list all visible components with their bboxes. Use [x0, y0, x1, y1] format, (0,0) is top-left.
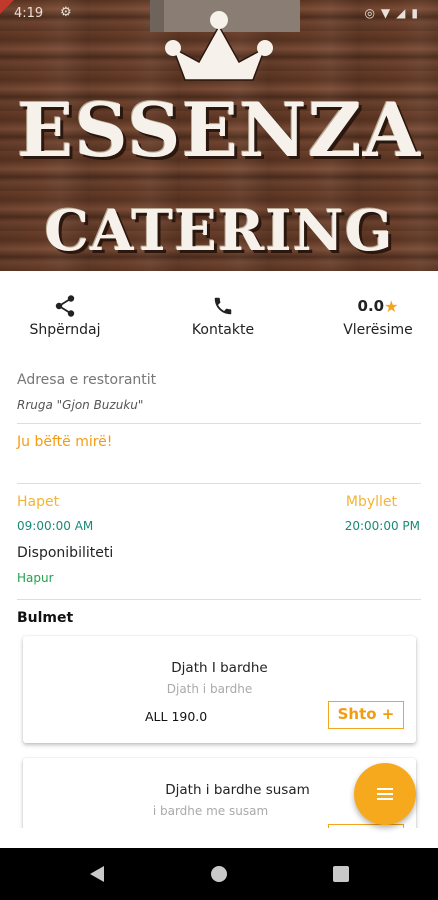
close-time: 20:00:00 PM [344, 519, 420, 533]
bottom-fade [0, 828, 438, 848]
product-price: ALL 190.0 [145, 709, 208, 724]
availability-label: Disponibiliteti [17, 545, 114, 561]
availability-value: Hapur [17, 571, 54, 585]
recent-apps-icon[interactable] [333, 866, 349, 882]
add-to-cart-button[interactable]: Shto + [328, 701, 404, 729]
phone-icon [214, 297, 232, 315]
divider [17, 599, 421, 600]
product-description: i bardhe me susam [152, 804, 269, 818]
greeting-text: Ju bëftë mirë! [17, 434, 113, 450]
divider [17, 423, 421, 424]
location-icon: ◎ [364, 6, 381, 20]
battery-icon: ▮ [411, 6, 424, 20]
menu-icon [377, 788, 393, 800]
close-label: Mbyllet [345, 494, 397, 510]
open-label: Hapet [17, 494, 60, 510]
status-time: 4:19 [14, 6, 44, 21]
product-name: Djath I bardhe [171, 660, 268, 676]
open-time: 09:00:00 AM [17, 519, 94, 533]
divider [17, 483, 421, 484]
menu-fab-button[interactable] [354, 763, 416, 825]
logo-line1: ESSENZA [16, 88, 422, 174]
status-icons: ◎▼◢▮ [364, 6, 424, 20]
wifi-icon: ▼ [380, 6, 397, 20]
address-value: Rruga "Gjon Buzuku" [17, 398, 144, 412]
product-description: Djath i bardhe [166, 682, 253, 696]
system-nav-bar [0, 848, 438, 900]
rating-button[interactable]: 0.0 ★ Vlerësime [330, 293, 426, 339]
restaurant-banner: ESSENZA CATERING 4:19 ⚙ ◎▼◢▮ [0, 0, 438, 271]
rating-value: 0.0 [357, 297, 385, 315]
action-row: Shpërndaj Kontakte 0.0 ★ Vlerësime [0, 271, 438, 351]
contact-label: Kontakte [191, 322, 255, 338]
app-screen: ESSENZA CATERING 4:19 ⚙ ◎▼◢▮ Shpërndaj K… [0, 0, 438, 900]
signal-icon: ◢ [396, 6, 412, 20]
home-icon[interactable] [211, 866, 227, 882]
star-icon: ★ [384, 296, 399, 316]
share-button[interactable]: Shpërndaj [16, 293, 114, 338]
share-label: Shpërndaj [29, 322, 101, 338]
share-icon [55, 295, 75, 317]
rating-label: Vlerësime [343, 322, 413, 338]
logo-line2: CATERING [44, 198, 394, 264]
contact-button[interactable]: Kontakte [174, 293, 272, 338]
status-bar: 4:19 ⚙ ◎▼◢▮ [0, 0, 438, 28]
back-icon[interactable] [90, 866, 104, 882]
address-label: Adresa e restorantit [17, 372, 157, 388]
menu-section-title: Bulmet [17, 610, 74, 626]
gear-icon: ⚙ [60, 5, 72, 20]
product-card[interactable]: Djath I bardhe Djath i bardhe ALL 190.0 … [23, 636, 416, 743]
